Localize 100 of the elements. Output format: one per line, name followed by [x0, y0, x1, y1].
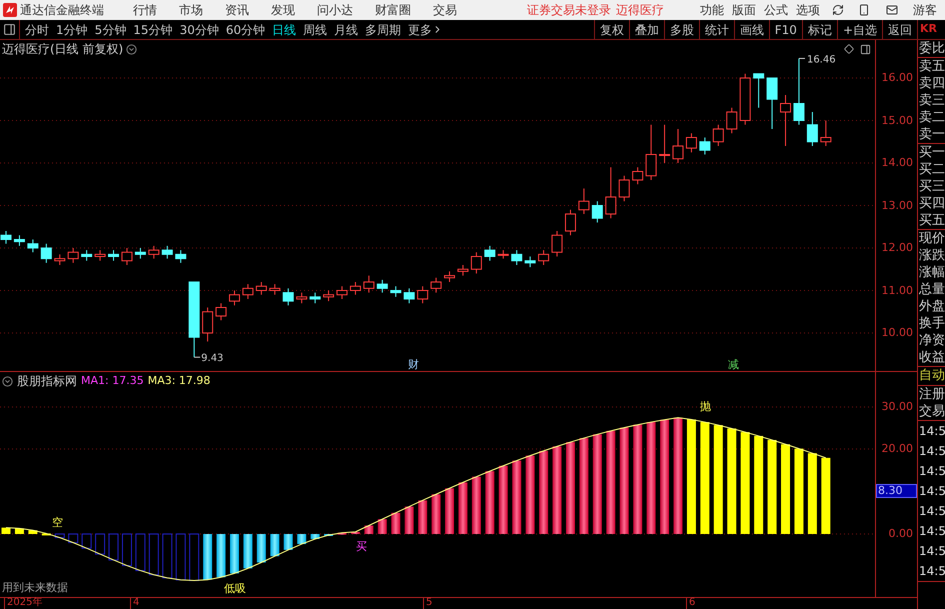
tool-button[interactable]: +自选 — [836, 20, 882, 39]
chevron-icon[interactable] — [126, 44, 138, 54]
logo-icon — [3, 3, 17, 17]
candle — [686, 132, 697, 153]
axis-label: 5 — [423, 597, 432, 609]
quote-label: 14:5 — [918, 563, 945, 580]
quote-label: 现价 — [918, 230, 945, 247]
quote-label: 卖二 — [918, 109, 945, 126]
period-tab[interactable]: 5分钟 — [94, 20, 126, 38]
candle — [121, 248, 132, 266]
histogram-bar — [82, 534, 92, 549]
candle — [820, 120, 832, 146]
candle — [148, 245, 160, 260]
app-title: 通达信金融终端 — [20, 2, 105, 19]
candle — [578, 188, 590, 214]
candle — [511, 250, 522, 266]
axis-label: 12.00 — [882, 240, 913, 256]
quote-label: 注册 — [918, 386, 945, 403]
tool-button[interactable]: 多股 — [664, 20, 699, 39]
menu-item[interactable]: 交易 — [433, 1, 457, 19]
tool-button[interactable]: 标记 — [802, 20, 837, 39]
quote-label: 总量 — [918, 281, 945, 298]
candle — [269, 284, 280, 296]
quote-label: 涨跌 — [918, 247, 945, 264]
histogram-bar — [284, 534, 293, 550]
quote-label: 14:5 — [918, 543, 945, 560]
menu-item[interactable]: 版面 — [732, 1, 756, 19]
panel-icon[interactable] — [3, 23, 16, 36]
period-tab[interactable]: 月线 — [334, 20, 358, 38]
histogram-bar — [243, 534, 252, 568]
menu-item[interactable]: 市场 — [179, 1, 203, 19]
quote-label: 买二 — [918, 161, 945, 178]
candle — [470, 252, 482, 274]
quote-label: 14:5 — [918, 503, 945, 520]
event-marker: 减 — [728, 358, 739, 371]
indicator-value: MA3: 17.98 — [148, 372, 210, 389]
notice-text: 迈得医疗 — [616, 2, 664, 19]
quote-label: 买三 — [918, 178, 945, 195]
menu-item[interactable]: 发现 — [271, 1, 295, 19]
mail-icon[interactable] — [886, 4, 898, 16]
tool-button[interactable]: 返回 — [882, 20, 917, 39]
menu-item[interactable]: 行情 — [133, 1, 157, 19]
chevron-icon[interactable] — [2, 376, 13, 386]
candle — [753, 73, 764, 108]
histogram-bar — [378, 519, 387, 534]
tool-button[interactable]: 画线 — [734, 20, 769, 39]
period-tab[interactable]: 分时 — [25, 20, 49, 38]
period-tab[interactable]: 多周期 — [365, 20, 402, 38]
menu-item[interactable]: 财富圈 — [375, 1, 411, 19]
histogram-bar — [122, 534, 132, 566]
leader-line — [798, 58, 806, 59]
indicator-value: MA1: 17.35 — [81, 372, 144, 389]
refresh-icon[interactable] — [832, 4, 844, 16]
menu-item[interactable]: 公式 — [764, 1, 788, 19]
period-tab[interactable]: 60分钟 — [226, 20, 266, 38]
tool-button[interactable]: 复权 — [594, 20, 629, 39]
axis-label: 16.00 — [882, 70, 913, 86]
user-link[interactable]: 游客 — [913, 1, 937, 19]
candle — [310, 292, 321, 304]
period-tab[interactable]: 15分钟 — [133, 20, 173, 38]
leader-line — [194, 356, 201, 358]
phone-icon[interactable] — [858, 4, 870, 16]
tool-button[interactable]: F10 — [768, 20, 802, 39]
period-tab[interactable]: 更多 — [408, 20, 444, 38]
candle — [175, 250, 186, 264]
diamond-icon[interactable] — [844, 44, 854, 54]
histogram-bar — [256, 534, 266, 562]
candle — [54, 254, 66, 266]
candle — [699, 137, 710, 155]
candle — [242, 284, 254, 300]
panel-icon[interactable] — [860, 44, 871, 55]
period-tab[interactable]: 1分钟 — [56, 20, 88, 38]
period-tab[interactable]: 30分钟 — [180, 20, 219, 38]
candle — [282, 288, 294, 306]
period-tab[interactable]: 周线 — [303, 20, 328, 38]
period-tab[interactable]: 日线 — [272, 20, 296, 38]
candle — [94, 250, 106, 262]
axis-label: 13.00 — [882, 198, 913, 214]
candle — [659, 124, 670, 164]
quote-label: 自动 — [918, 367, 945, 385]
candle — [430, 277, 442, 294]
tool-button[interactable]: 统计 — [698, 20, 734, 39]
menu-item[interactable]: 选项 — [796, 1, 820, 19]
axis-label: 15.00 — [882, 112, 913, 128]
candle — [376, 279, 388, 294]
histogram-bar — [445, 488, 454, 534]
quote-label: 买五 — [918, 212, 945, 229]
menu-item[interactable]: 功能 — [700, 1, 724, 19]
candle — [350, 282, 361, 296]
quote-label: 14:5 — [918, 443, 945, 460]
tool-button[interactable]: 叠加 — [628, 20, 664, 39]
histogram-bar — [418, 500, 428, 534]
quote-label: 外盘 — [918, 298, 945, 315]
histogram-bar — [135, 534, 146, 572]
menu-item[interactable]: 问小达 — [317, 1, 353, 19]
candle — [336, 286, 348, 300]
axis-label: 20.00 — [882, 441, 913, 457]
candle — [256, 282, 267, 296]
menu-item[interactable]: 资讯 — [225, 1, 249, 19]
candle — [592, 200, 603, 223]
